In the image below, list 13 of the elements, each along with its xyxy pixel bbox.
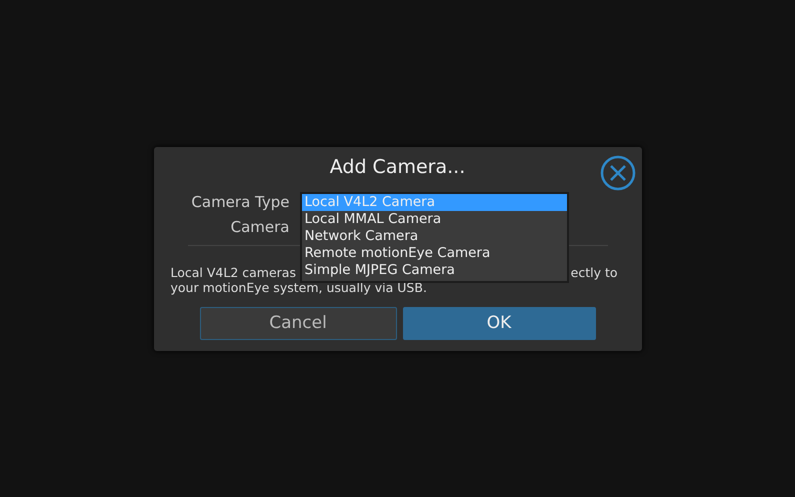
close-icon[interactable]	[600, 154, 636, 190]
dropdown-option[interactable]: Simple MJPEG Camera	[302, 262, 566, 278]
description-text: Local V4L2 cameras	[170, 264, 296, 280]
ok-button[interactable]: OK	[402, 306, 596, 340]
dropdown-option[interactable]: Local MMAL Camera	[302, 210, 566, 228]
cancel-button[interactable]: Cancel	[200, 306, 396, 340]
dropdown-option[interactable]: Network Camera	[302, 228, 566, 244]
dropdown-option[interactable]: Remote motionEye Camera	[302, 244, 566, 262]
field-label: Camera Type	[190, 192, 290, 212]
description-text: your motionEye system, usually via USB.	[170, 280, 427, 294]
description-text: ectly to	[570, 264, 618, 280]
dialog-title: Add Camera...	[328, 154, 466, 180]
field-label: Camera	[230, 218, 290, 236]
